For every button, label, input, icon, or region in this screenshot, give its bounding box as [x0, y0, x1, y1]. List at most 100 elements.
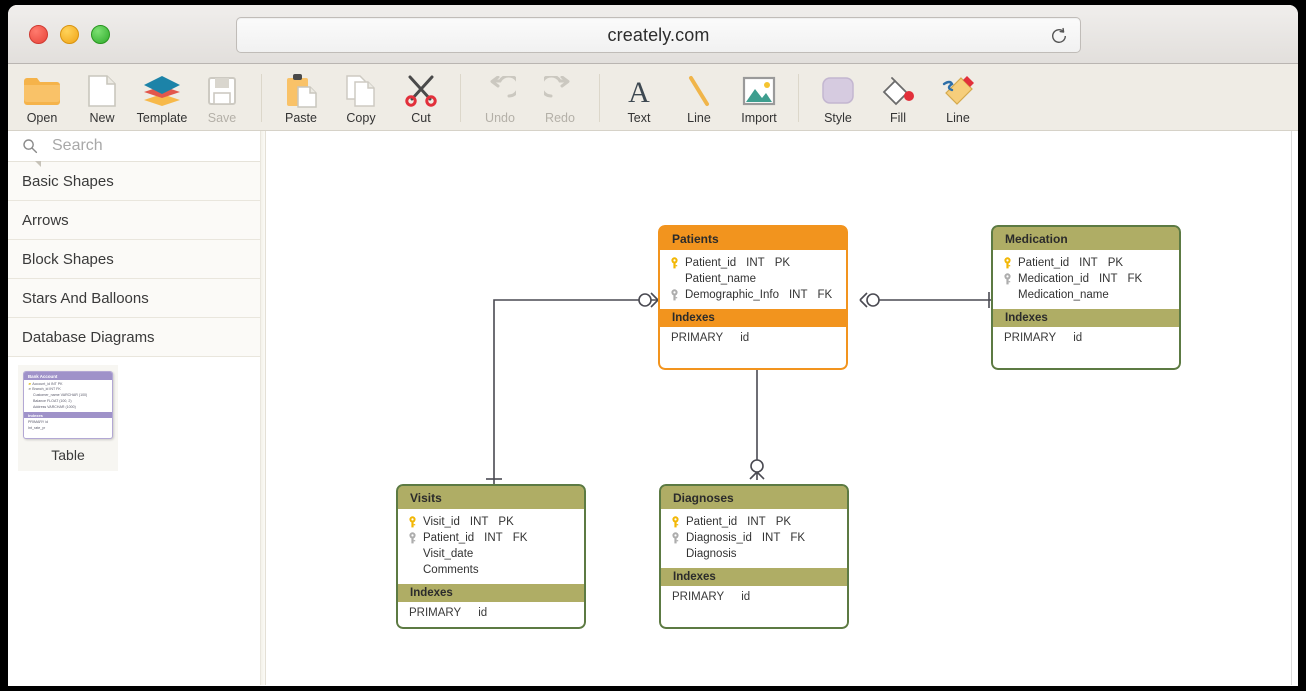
address-bar[interactable]: creately.com: [236, 17, 1081, 53]
er-table-header: Medication: [993, 227, 1179, 250]
toolbar-button-redo[interactable]: Redo: [530, 64, 590, 125]
er-table-visits[interactable]: Visits Visit_id INT PK: [396, 484, 586, 629]
toolbar-button-text-label: Text: [609, 111, 669, 125]
er-index-name: PRIMARY: [671, 332, 723, 344]
er-table-indexes: PRIMARY id: [660, 327, 846, 370]
canvas-vertical-scrollbar[interactable]: [1291, 131, 1298, 685]
window-controls: [29, 25, 110, 44]
sidebar-item-arrows[interactable]: Arrows: [8, 201, 260, 240]
thumbnail-index-rows: PRIMARY id Int_rate_yr: [24, 418, 112, 432]
floppy-disk-icon: [192, 70, 252, 112]
er-field-constraint: PK: [776, 516, 791, 528]
er-field-row: Patient_id INT PK: [993, 255, 1179, 271]
er-field-type: INT: [484, 532, 503, 544]
toolbar-button-undo-label: Undo: [470, 111, 530, 125]
sidebar-item-label: Basic Shapes: [22, 173, 114, 190]
toolbar-button-line[interactable]: Line: [669, 64, 729, 125]
sidebar-item-label: Database Diagrams: [22, 329, 155, 346]
toolbar-button-line-style[interactable]: Line: [928, 64, 988, 125]
toolbar-button-template-label: Template: [132, 111, 192, 125]
paint-bucket-icon: [868, 70, 928, 112]
er-indexes-label: Indexes: [673, 571, 716, 583]
toolbar-button-paste[interactable]: Paste: [271, 64, 331, 125]
app-body: Basic Shapes Arrows Block Shapes Stars A…: [8, 131, 1298, 685]
er-field-constraint: FK: [818, 289, 833, 301]
copy-pages-icon: [331, 70, 391, 112]
shape-palette-item-table[interactable]: Bank Account ☙Account_id INT PK ☙Branch_…: [18, 365, 118, 471]
toolbar-button-undo[interactable]: Undo: [470, 64, 530, 125]
primary-key-icon: [406, 516, 419, 528]
rounded-square-icon: [808, 70, 868, 112]
er-field-type: INT: [1099, 273, 1118, 285]
scissors-icon: [391, 70, 451, 112]
table-shape-thumbnail: Bank Account ☙Account_id INT PK ☙Branch_…: [23, 371, 113, 439]
layers-icon: [132, 70, 192, 112]
er-table-header: Patients: [660, 227, 846, 250]
diagram-canvas[interactable]: Patients Patient_id INT PK: [266, 131, 1298, 685]
thumbnail-index-row: Int_rate_yr: [28, 426, 112, 432]
er-index-row: PRIMARY id: [993, 332, 1179, 344]
er-table-name: Diagnoses: [673, 491, 734, 505]
toolbar-button-style-label: Style: [808, 111, 868, 125]
er-table-fields: Visit_id INT PK Patient_id INT FK: [398, 509, 584, 584]
er-index-name: PRIMARY: [672, 591, 724, 603]
search-input[interactable]: [50, 136, 240, 156]
toolbar-button-copy[interactable]: Copy: [331, 64, 391, 125]
er-field-row: Patient_id INT FK: [398, 530, 584, 546]
search-row: [8, 131, 260, 162]
toolbar-button-import[interactable]: Import: [729, 64, 789, 125]
er-field-row: Diagnosis_id INT FK: [661, 530, 847, 546]
er-table-diagnoses[interactable]: Diagnoses Patient_id INT PK: [659, 484, 849, 629]
toolbar-button-cut[interactable]: Cut: [391, 64, 451, 125]
minimize-window-button[interactable]: [60, 25, 79, 44]
toolbar-button-text[interactable]: A Text: [609, 64, 669, 125]
er-field-type: INT: [746, 257, 765, 269]
er-index-row: PRIMARY id: [661, 591, 847, 603]
er-table-fields: Patient_id INT PK Patient_name: [660, 250, 846, 309]
er-field-name: Diagnosis: [686, 548, 737, 560]
er-field-name: Visit_id: [423, 516, 460, 528]
primary-key-icon: [668, 257, 681, 269]
toolbar-button-open[interactable]: Open: [12, 64, 72, 125]
toolbar-separator: [261, 74, 262, 122]
er-table-medication[interactable]: Medication Patient_id INT PK: [991, 225, 1181, 370]
close-window-button[interactable]: [29, 25, 48, 44]
thumbnail-title: Bank Account: [24, 372, 112, 380]
toolbar-button-import-label: Import: [729, 111, 789, 125]
toolbar-button-template[interactable]: Template: [132, 64, 192, 125]
er-field-constraint: PK: [775, 257, 790, 269]
er-field-constraint: FK: [1128, 273, 1143, 285]
er-index-name: PRIMARY: [1004, 332, 1056, 344]
page-icon: [72, 70, 132, 112]
svg-text:A: A: [628, 76, 650, 107]
toolbar-button-fill[interactable]: Fill: [868, 64, 928, 125]
er-table-patients[interactable]: Patients Patient_id INT PK: [658, 225, 848, 370]
er-index-column: id: [478, 607, 487, 619]
er-field-name: Patient_name: [685, 273, 756, 285]
reload-icon[interactable]: [1049, 26, 1069, 46]
sidebar-item-stars-and-balloons[interactable]: Stars And Balloons: [8, 279, 260, 318]
toolbar-separator: [798, 74, 799, 122]
zoom-window-button[interactable]: [91, 25, 110, 44]
foreign-key-icon: [668, 289, 681, 301]
toolbar-button-new[interactable]: New: [72, 64, 132, 125]
toolbar-group-history: Undo Redo: [470, 64, 590, 125]
er-field-name: Medication_name: [1018, 289, 1109, 301]
toolbar-separator: [460, 74, 461, 122]
er-table-indexes: PRIMARY id: [661, 586, 847, 629]
er-field-row: Patient_id INT PK: [661, 514, 847, 530]
er-field-constraint: PK: [1108, 257, 1123, 269]
diagonal-line-icon: [669, 70, 729, 112]
sidebar-item-basic-shapes[interactable]: Basic Shapes: [8, 162, 260, 201]
sidebar-item-database-diagrams[interactable]: Database Diagrams: [8, 318, 260, 357]
sidebar-item-label: Block Shapes: [22, 251, 114, 268]
toolbar-group-file: Open New: [12, 64, 252, 125]
sidebar-item-block-shapes[interactable]: Block Shapes: [8, 240, 260, 279]
toolbar-button-save[interactable]: Save: [192, 64, 252, 125]
er-field-type: INT: [789, 289, 808, 301]
er-table-indexes-header: Indexes: [993, 309, 1179, 327]
toolbar-button-new-label: New: [72, 111, 132, 125]
redo-arrow-icon: [530, 70, 590, 112]
toolbar-button-style[interactable]: Style: [808, 64, 868, 125]
toolbar-group-format: Style Fill: [808, 64, 988, 125]
